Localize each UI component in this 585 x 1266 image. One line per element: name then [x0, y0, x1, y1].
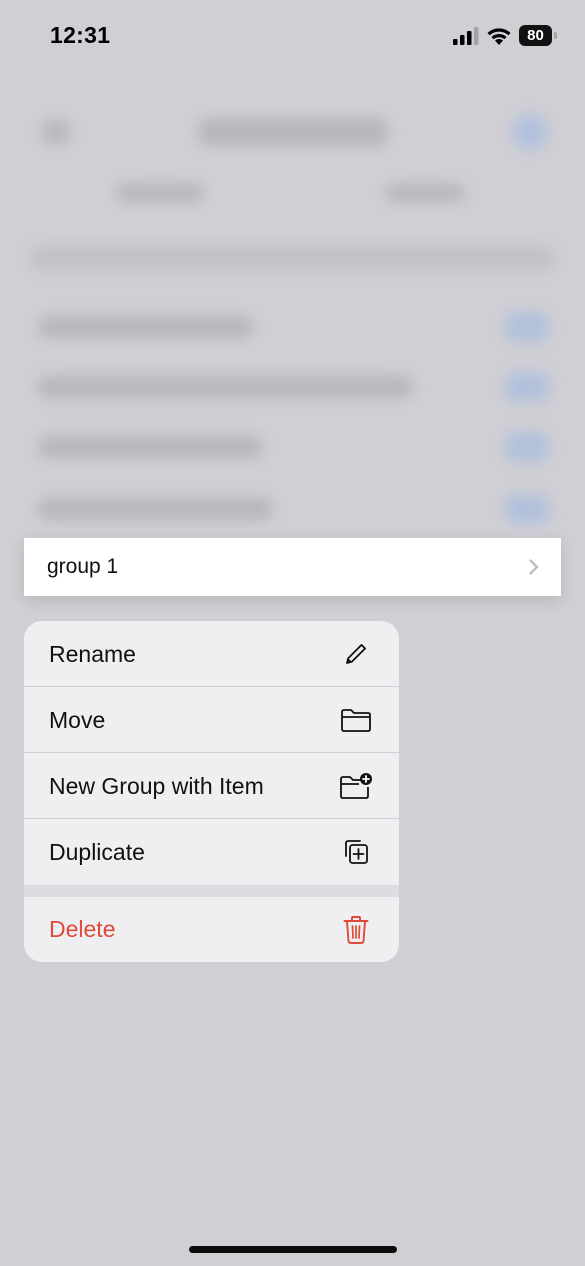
menu-item-label: Move [49, 706, 106, 733]
menu-item-label: Duplicate [49, 838, 145, 865]
wifi-icon [487, 28, 511, 45]
home-indicator[interactable] [189, 1246, 397, 1253]
menu-item-label: Delete [49, 916, 116, 942]
menu-divider [24, 885, 399, 897]
folder-plus-icon [339, 769, 373, 803]
blurred-background [0, 80, 585, 540]
status-time: 12:31 [50, 22, 111, 48]
menu-item-duplicate[interactable]: Duplicate [24, 819, 399, 885]
folder-icon [339, 703, 373, 737]
context-menu: Rename Move New Group with Item Duplicat… [24, 621, 399, 962]
battery-level: 80 [519, 25, 552, 46]
status-bar: 12:31 80 [0, 0, 585, 80]
trash-icon [339, 913, 373, 947]
chevron-right-icon [529, 559, 539, 575]
menu-item-label: New Group with Item [49, 772, 264, 799]
pencil-icon [339, 637, 373, 671]
menu-item-new-group-with-item[interactable]: New Group with Item [24, 753, 399, 819]
menu-item-rename[interactable]: Rename [24, 621, 399, 687]
battery-icon: 80 [519, 25, 559, 47]
signal-icon [453, 27, 479, 45]
group-row[interactable]: group 1 [24, 538, 561, 596]
group-label: group 1 [47, 555, 119, 578]
menu-item-label: Rename [49, 640, 136, 667]
duplicate-icon [339, 835, 373, 869]
menu-item-move[interactable]: Move [24, 687, 399, 753]
menu-item-delete[interactable]: Delete [24, 897, 399, 962]
